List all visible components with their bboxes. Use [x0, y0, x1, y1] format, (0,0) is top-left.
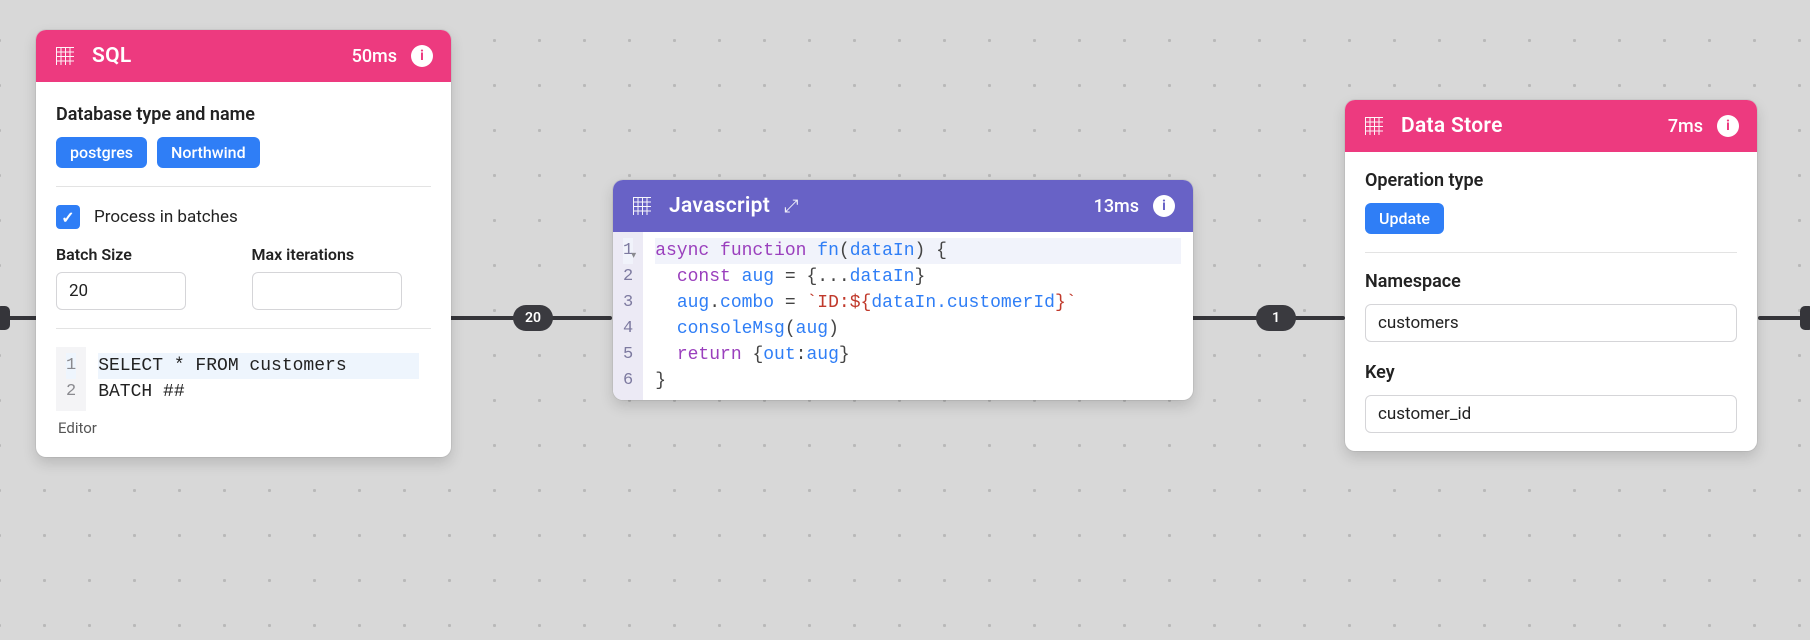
edge-terminal: [0, 306, 10, 330]
edge-badge: 1: [1256, 305, 1296, 331]
node-title: Data Store: [1401, 114, 1503, 138]
edge-badge: 20: [513, 305, 553, 331]
grid-icon: [1363, 115, 1385, 137]
workflow-canvas[interactable]: 20 1 SQL 50ms i Database type and name p…: [0, 0, 1810, 640]
info-icon[interactable]: i: [411, 45, 433, 67]
expand-icon[interactable]: ⤢: [784, 196, 798, 217]
gutter-line: 6: [623, 368, 633, 394]
db-type-chip[interactable]: postgres: [56, 137, 147, 168]
divider: [56, 328, 431, 329]
batch-size-label: Batch Size: [56, 245, 236, 264]
code-line: return {out:aug}: [655, 342, 1181, 368]
sql-editor[interactable]: 1 2 SELECT * FROM customers BATCH ##: [56, 347, 431, 411]
grid-icon: [54, 45, 76, 67]
info-icon[interactable]: i: [1153, 195, 1175, 217]
gutter-line: 1▾: [623, 238, 633, 264]
node-time: 7ms: [1668, 116, 1703, 137]
js-editor[interactable]: 1▾ 2 3 4 5 6 async function fn(dataIn) {…: [613, 232, 1193, 400]
node-title: Javascript: [669, 194, 770, 218]
edge-badge-value: 1: [1272, 310, 1280, 326]
gutter-line: 4: [623, 316, 633, 342]
gutter-line: 3: [623, 290, 633, 316]
sql-editor-label: Editor: [56, 411, 431, 439]
grid-icon: [631, 195, 653, 217]
process-batches-checkbox[interactable]: ✓: [56, 205, 80, 229]
code-line: consoleMsg(aug): [655, 316, 1181, 342]
data-store-node[interactable]: Data Store 7ms i Operation type Update N…: [1345, 100, 1757, 451]
divider: [56, 186, 431, 187]
node-header[interactable]: Javascript ⤢ 13ms i: [613, 180, 1193, 232]
node-header[interactable]: Data Store 7ms i: [1345, 100, 1757, 152]
gutter-line: 2: [66, 379, 76, 405]
code-line: BATCH ##: [98, 379, 419, 405]
code-line: aug.combo = `ID:${dataIn.customerId}`: [655, 290, 1181, 316]
max-iterations-label: Max iterations: [252, 245, 432, 264]
namespace-input[interactable]: [1365, 304, 1737, 342]
operation-type-label: Operation type: [1365, 170, 1737, 191]
db-section-label: Database type and name: [56, 104, 431, 125]
gutter-line: 2: [623, 264, 633, 290]
code-line: SELECT * FROM customers: [98, 353, 419, 379]
key-input[interactable]: [1365, 395, 1737, 433]
divider: [1365, 252, 1737, 253]
gutter-line: 5: [623, 342, 633, 368]
db-name-chip[interactable]: Northwind: [157, 137, 260, 168]
code-line: }: [655, 368, 1181, 394]
code-line: async function fn(dataIn) {: [655, 238, 1181, 264]
node-title: SQL: [92, 44, 132, 68]
process-batches-label: Process in batches: [94, 207, 238, 227]
sql-node[interactable]: SQL 50ms i Database type and name postgr…: [36, 30, 451, 457]
namespace-label: Namespace: [1365, 271, 1737, 292]
javascript-node[interactable]: Javascript ⤢ 13ms i 1▾ 2 3 4 5 6 async f…: [613, 180, 1193, 400]
batch-size-input[interactable]: [56, 272, 186, 310]
info-icon[interactable]: i: [1717, 115, 1739, 137]
node-time: 13ms: [1094, 196, 1139, 217]
gutter-line: 1: [66, 353, 76, 379]
node-header[interactable]: SQL 50ms i: [36, 30, 451, 82]
node-time: 50ms: [352, 46, 397, 67]
code-line: const aug = {...dataIn}: [655, 264, 1181, 290]
operation-type-chip[interactable]: Update: [1365, 203, 1444, 234]
edge-badge-value: 20: [525, 310, 541, 326]
max-iterations-input[interactable]: [252, 272, 402, 310]
key-label: Key: [1365, 362, 1737, 383]
edge-terminal: [1800, 306, 1810, 330]
